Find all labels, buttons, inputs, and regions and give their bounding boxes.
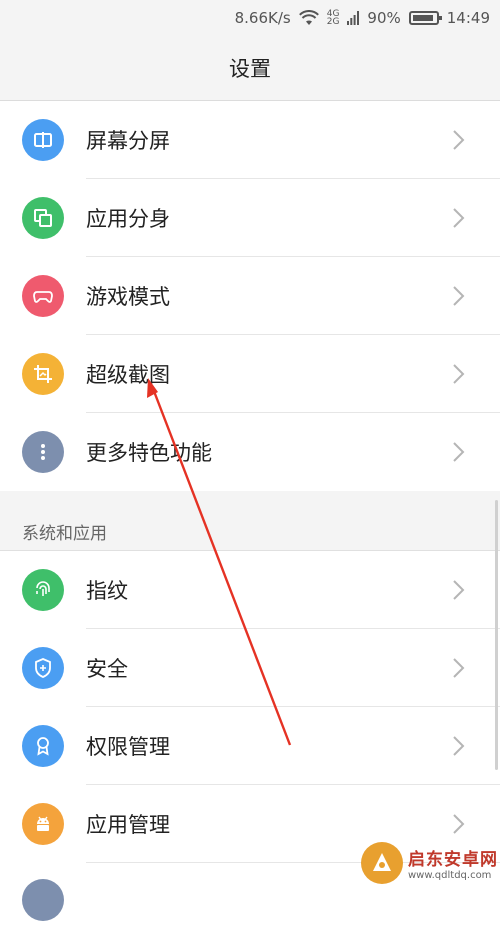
chevron-right-icon: [453, 364, 465, 384]
app-clone-icon: [22, 197, 64, 239]
network-speed: 8.66K/s: [234, 9, 291, 27]
badge-icon: [22, 725, 64, 767]
cellular-signal-icon: 4G 2G: [326, 9, 340, 27]
item-label: 更多特色功能: [86, 441, 212, 465]
chevron-right-icon: [453, 580, 465, 600]
chevron-right-icon: [453, 208, 465, 228]
section-title: 系统和应用: [22, 524, 107, 544]
clock: 14:49: [446, 9, 490, 27]
settings-item-security[interactable]: 安全: [0, 629, 500, 707]
item-label: 游戏模式: [86, 285, 170, 309]
battery-percent: 90%: [367, 9, 401, 27]
settings-item-permissions[interactable]: 权限管理: [0, 707, 500, 785]
section-header: 系统和应用: [0, 505, 500, 551]
item-label: 应用管理: [86, 813, 170, 837]
item-label: 屏幕分屏: [86, 129, 170, 153]
settings-item-more-features[interactable]: 更多特色功能: [0, 413, 500, 491]
settings-item-game-mode[interactable]: 游戏模式: [0, 257, 500, 335]
watermark-logo-icon: [361, 842, 403, 884]
feature-list: 屏幕分屏 应用分身 游戏模式 超级截图 更多特色功能: [0, 101, 500, 491]
settings-item-super-screenshot[interactable]: 超级截图: [0, 335, 500, 413]
more-dots-icon: [22, 431, 64, 473]
watermark: 启东安卓网 www.qdltdq.com: [355, 837, 500, 889]
settings-item-app-clone[interactable]: 应用分身: [0, 179, 500, 257]
shield-icon: [22, 647, 64, 689]
watermark-url: www.qdltdq.com: [408, 870, 492, 881]
partial-item-icon: [22, 879, 64, 921]
screenshot-crop-icon: [22, 353, 64, 395]
signal-bars-icon: [347, 11, 360, 25]
page-title: 设置: [229, 57, 271, 81]
fingerprint-icon: [22, 569, 64, 611]
gamepad-icon: [22, 275, 64, 317]
android-icon: [22, 803, 64, 845]
item-label: 超级截图: [86, 363, 170, 387]
chevron-right-icon: [453, 286, 465, 306]
item-label: 应用分身: [86, 207, 170, 231]
split-screen-icon: [22, 119, 64, 161]
wifi-icon: [298, 10, 319, 26]
settings-item-fingerprint[interactable]: 指纹: [0, 551, 500, 629]
chevron-right-icon: [453, 814, 465, 834]
chevron-right-icon: [453, 130, 465, 150]
settings-item-split-screen[interactable]: 屏幕分屏: [0, 101, 500, 179]
item-label: 安全: [86, 657, 128, 681]
item-label: 指纹: [86, 579, 128, 603]
scrollbar[interactable]: [495, 500, 498, 770]
chevron-right-icon: [453, 736, 465, 756]
page-title-bar: 设置: [0, 36, 500, 101]
watermark-title: 启东安卓网: [408, 850, 498, 870]
status-bar: 8.66K/s 4G 2G 90% 14:49: [0, 0, 500, 36]
chevron-right-icon: [453, 658, 465, 678]
battery-icon: [408, 11, 442, 25]
chevron-right-icon: [453, 442, 465, 462]
item-label: 权限管理: [86, 735, 170, 759]
